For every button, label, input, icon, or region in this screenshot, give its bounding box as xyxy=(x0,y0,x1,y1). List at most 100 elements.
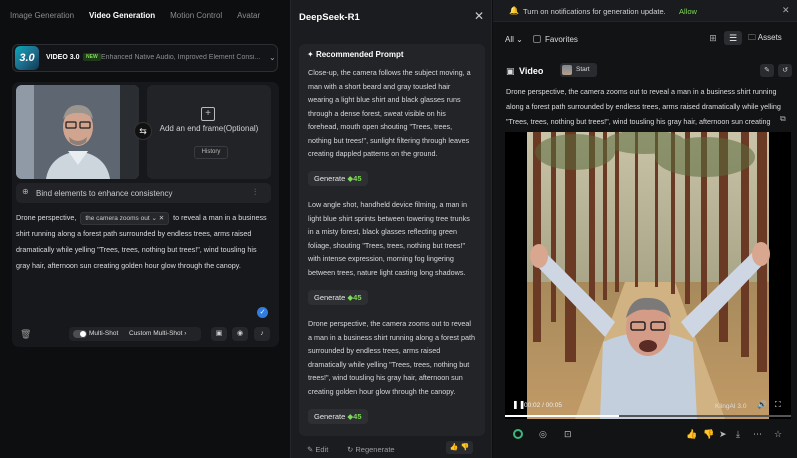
notification-bar: 🔔 Turn on notifications for generation u… xyxy=(493,0,797,22)
generate-button[interactable]: Generate ◆45 xyxy=(308,171,368,186)
generate-label: Generate xyxy=(314,174,346,183)
multi-shot-label: Multi-Shot xyxy=(89,330,119,337)
list-icon[interactable]: ☰ xyxy=(724,31,742,45)
settings-sliders-icon[interactable]: ⫶ xyxy=(254,187,256,198)
bind-icon: ⊕ xyxy=(22,187,29,196)
edit-button[interactable]: ✎ Edit xyxy=(307,445,328,454)
prompt-suggestion: Low angle shot, handheld device filming,… xyxy=(308,200,470,277)
multi-shot-toggle[interactable] xyxy=(73,330,87,338)
progress-bar[interactable] xyxy=(505,415,791,417)
recommended-prompt-title: Recommended Prompt xyxy=(315,50,404,59)
recommended-prompt-heading: ✦ Recommended Prompt xyxy=(307,50,404,59)
volume-icon[interactable]: 🔊 xyxy=(757,400,767,409)
add-image-icon: + xyxy=(201,107,215,121)
grid-icon[interactable]: ⊞ xyxy=(705,31,721,45)
download-icon[interactable]: ⤓ xyxy=(736,429,740,440)
camera-chip[interactable]: the camera zooms out ⌄ ✕ xyxy=(80,212,170,225)
tab-image-generation[interactable]: Image Generation xyxy=(10,11,74,20)
new-badge: NEW xyxy=(83,53,101,61)
copy-icon[interactable]: ⧉ xyxy=(780,114,786,124)
panel-title: DeepSeek-R1 xyxy=(299,12,360,23)
video-icon: ▣ xyxy=(506,66,515,76)
custom-multi-shot-label: Custom Multi-Shot xyxy=(129,330,183,337)
model-name: VIDEO 3.0 xyxy=(46,54,80,61)
progress-fill xyxy=(505,415,620,417)
prompt-text[interactable]: Drone perspective, the camera zooms out … xyxy=(16,210,268,274)
video-title: Video xyxy=(519,66,544,76)
close-icon[interactable]: ✕ xyxy=(782,5,790,16)
prompt-before: Drone perspective, xyxy=(16,213,77,222)
feedback-buttons[interactable]: 👍 👎 xyxy=(446,441,473,454)
generate-cost: 45 xyxy=(353,174,362,183)
regenerate-label: Regenerate xyxy=(355,445,395,454)
notification-text: Turn on notifications for generation upd… xyxy=(523,7,666,16)
tab-motion-control[interactable]: Motion Control xyxy=(170,11,222,20)
eye-icon[interactable]: ◎ xyxy=(539,429,547,440)
trash-icon[interactable]: 🗑 xyxy=(20,329,31,340)
tab-video-generation[interactable]: Video Generation xyxy=(89,11,155,20)
model-logo: 3.0 xyxy=(15,46,39,70)
prompt-suggestion: Close-up, the camera follows the subject… xyxy=(308,68,471,158)
model-selector[interactable]: 3.0 VIDEO 3.0 NEW Enhanced Native Audio,… xyxy=(12,44,278,72)
swap-frames-icon[interactable]: ⇆ xyxy=(134,122,152,140)
deepseek-panel: DeepSeek-R1 ✕ ✦ Recommended Prompt Close… xyxy=(290,0,492,458)
generate-cost: 45 xyxy=(353,412,362,421)
camera-chip-label: the camera zooms out xyxy=(85,215,150,222)
favorites-label: Favorites xyxy=(545,35,578,44)
close-icon[interactable]: ✕ xyxy=(474,9,484,23)
bind-elements-label: Bind elements to enhance consistency xyxy=(36,189,173,198)
prompt-suggestion: Drone perspective, the camera zooms out … xyxy=(308,319,476,396)
folder-icon: 🗀 xyxy=(748,33,756,42)
share-icon[interactable]: ➤ xyxy=(719,429,727,440)
generation-panel: Image Generation Video Generation Motion… xyxy=(0,0,292,458)
assets-button[interactable]: 🗀 Assets xyxy=(748,31,788,45)
location-icon[interactable]: ◉ xyxy=(232,327,248,341)
filter-label: All xyxy=(505,35,514,44)
model-description: Enhanced Native Audio, Improved Element … xyxy=(101,54,261,61)
generate-button[interactable]: Generate ◆45 xyxy=(308,290,368,305)
end-frame-slot[interactable]: + Add an end frame(Optional) History xyxy=(147,85,271,179)
storyboard-icon[interactable]: ▣ xyxy=(211,327,227,341)
start-frame-thumbnail xyxy=(562,65,572,75)
video-player[interactable]: ❚❚ 00:02 / 00:05 KlingAI 3.0 🔊 ⛶ xyxy=(505,132,791,419)
custom-multi-shot-button[interactable]: Custom Multi-Shot › xyxy=(129,330,186,337)
reuse-icon[interactable]: ↺ xyxy=(778,64,792,77)
thumbs-up-icon[interactable]: 👍 xyxy=(686,429,697,440)
regenerate-button[interactable]: ↻ Regenerate xyxy=(347,445,395,454)
sound-icon[interactable]: ♪ xyxy=(254,327,270,341)
start-label: Start xyxy=(576,66,590,73)
playback-time: 00:02 / 00:05 xyxy=(524,402,562,409)
recommended-prompts-card: ✦ Recommended Prompt Close-up, the camer… xyxy=(299,44,485,436)
start-frame-photo xyxy=(16,85,139,179)
results-panel: 🔔 Turn on notifications for generation u… xyxy=(493,0,797,458)
history-button[interactable]: History xyxy=(194,146,228,159)
tab-avatar[interactable]: Avatar xyxy=(237,11,260,20)
more-icon[interactable]: ⋯ xyxy=(753,429,762,440)
star-icon[interactable]: ☆ xyxy=(774,429,782,440)
generate-button[interactable]: Generate ◆45 xyxy=(308,409,368,424)
favorites-checkbox[interactable] xyxy=(533,35,541,43)
bell-icon: 🔔 xyxy=(509,6,519,15)
start-frame-image[interactable] xyxy=(16,85,139,179)
filter-dropdown[interactable]: All ⌄ xyxy=(505,35,523,44)
chevron-down-icon: ⌄ xyxy=(269,53,276,62)
prompt-editor: ⇆ + Add an end frame(Optional) History ⊕… xyxy=(12,82,279,347)
video-frame xyxy=(527,132,770,419)
generation-tabs: Image Generation Video Generation Motion… xyxy=(10,11,260,20)
thumbs-down-icon[interactable]: 👎 xyxy=(703,429,714,440)
watermark: KlingAI 3.0 xyxy=(715,403,747,410)
extend-icon[interactable]: ⊡ xyxy=(564,429,572,440)
edit-icon[interactable]: ✎ xyxy=(760,64,774,77)
start-frame-pill[interactable]: Start xyxy=(560,63,597,77)
bind-elements-bar[interactable]: ⊕ Bind elements to enhance consistency ⫶ xyxy=(16,183,271,203)
end-frame-label: Add an end frame(Optional) xyxy=(159,124,259,133)
edit-label: Edit xyxy=(315,445,329,454)
generate-label: Generate xyxy=(314,293,346,302)
allow-link[interactable]: Allow xyxy=(679,7,697,16)
generate-cost: 45 xyxy=(353,293,362,302)
assets-label: Assets xyxy=(757,33,782,42)
remix-icon[interactable] xyxy=(513,429,523,439)
fullscreen-icon[interactable]: ⛶ xyxy=(775,400,781,410)
multi-shot-controls: Multi-Shot Custom Multi-Shot › xyxy=(69,327,201,341)
check-icon: ✓ xyxy=(257,307,268,318)
